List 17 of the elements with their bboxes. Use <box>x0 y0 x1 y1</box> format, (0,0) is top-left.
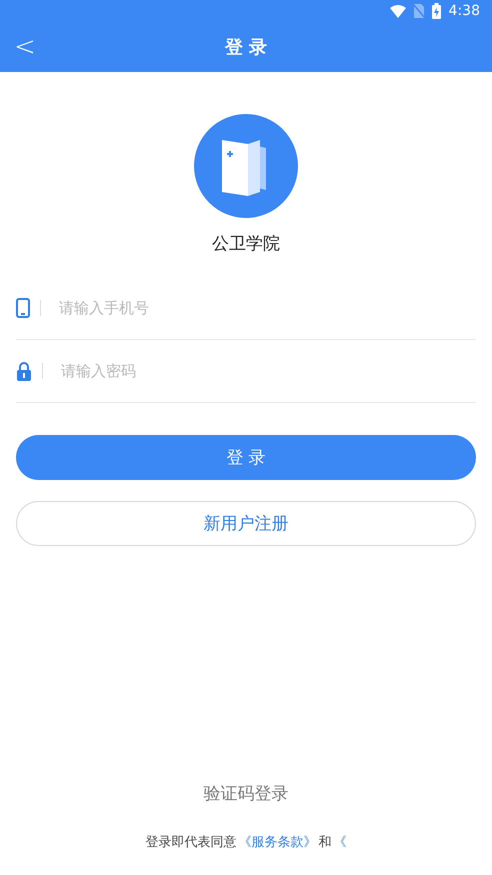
battery-icon <box>432 3 441 19</box>
terms-link[interactable]: 《服务条款》 <box>238 833 316 851</box>
agreement-text: 和 <box>318 834 332 851</box>
app-name: 公卫学院 <box>212 233 280 255</box>
privacy-link[interactable]: 《 <box>334 833 346 851</box>
book-logo-icon <box>194 114 298 218</box>
page-title: 登 录 <box>224 36 268 59</box>
no-sim-icon <box>414 4 424 18</box>
wifi-icon <box>390 4 406 18</box>
login-button[interactable]: 登 录 <box>16 435 476 480</box>
back-button[interactable]: < <box>10 32 40 62</box>
sms-login-link[interactable]: 验证码登录 <box>204 782 288 805</box>
agreement-text: 登录即代表同意 <box>146 834 236 851</box>
register-button[interactable]: 新用户注册 <box>16 501 476 546</box>
status-time: 4:38 <box>448 3 480 19</box>
phone-icon <box>16 298 30 318</box>
lock-icon <box>16 362 32 380</box>
